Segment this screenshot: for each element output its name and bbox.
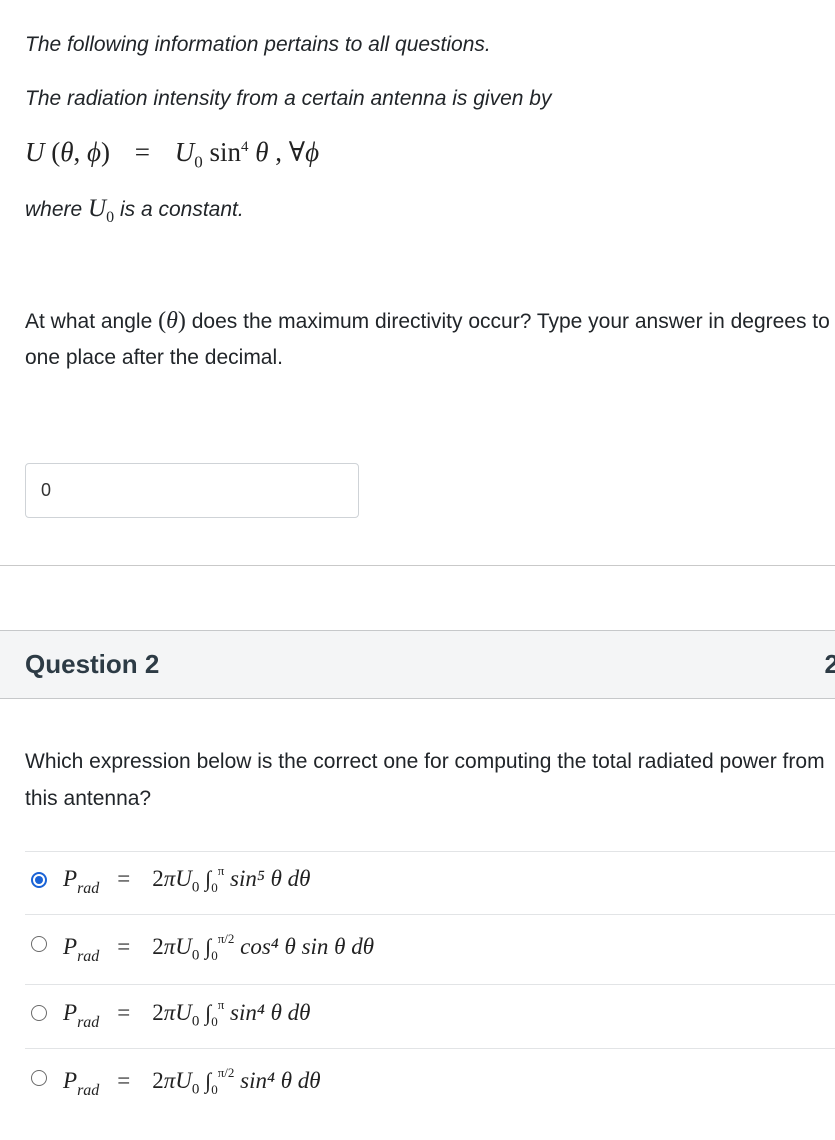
option-expression: Prad = 2πU0 ∫0π sin⁵ θ dθ [63, 863, 311, 897]
question-2-title: Question 2 [25, 649, 160, 679]
radio-selected-icon[interactable] [31, 872, 47, 888]
option-expression: Prad = 2πU0 ∫0π/2 sin⁴ θ dθ [63, 1065, 321, 1099]
option-expression: Prad = 2πU0 ∫0π/2 cos⁴ θ sin θ dθ [63, 931, 375, 965]
option-divider [25, 851, 835, 852]
radio-unselected-icon[interactable] [31, 1070, 47, 1086]
radio-unselected-icon[interactable] [31, 936, 47, 952]
question-2-header: Question 2 2 [0, 630, 835, 699]
question-2-text: Which expression below is the correct on… [25, 750, 825, 810]
option-divider [25, 1048, 835, 1049]
constant-note: where U0 is a constant. [25, 195, 244, 226]
question-divider [0, 565, 835, 566]
question-1-text: At what angle (θ) does the maximum direc… [25, 308, 830, 369]
radiation-intensity-formula: U (θ, ϕ) = U0 sin4 θ , ∀ϕ [25, 137, 320, 172]
intro-line-1: The following information pertains to al… [25, 33, 491, 56]
intro-line-2: The radiation intensity from a certain a… [25, 87, 552, 110]
radio-unselected-icon[interactable] [31, 1005, 47, 1021]
option-divider [25, 984, 835, 985]
question-points: 2 [824, 649, 835, 679]
answer-input[interactable]: 0 [25, 463, 359, 518]
option-expression: Prad = 2πU0 ∫0π sin⁴ θ dθ [63, 997, 311, 1031]
option-divider [25, 914, 835, 915]
